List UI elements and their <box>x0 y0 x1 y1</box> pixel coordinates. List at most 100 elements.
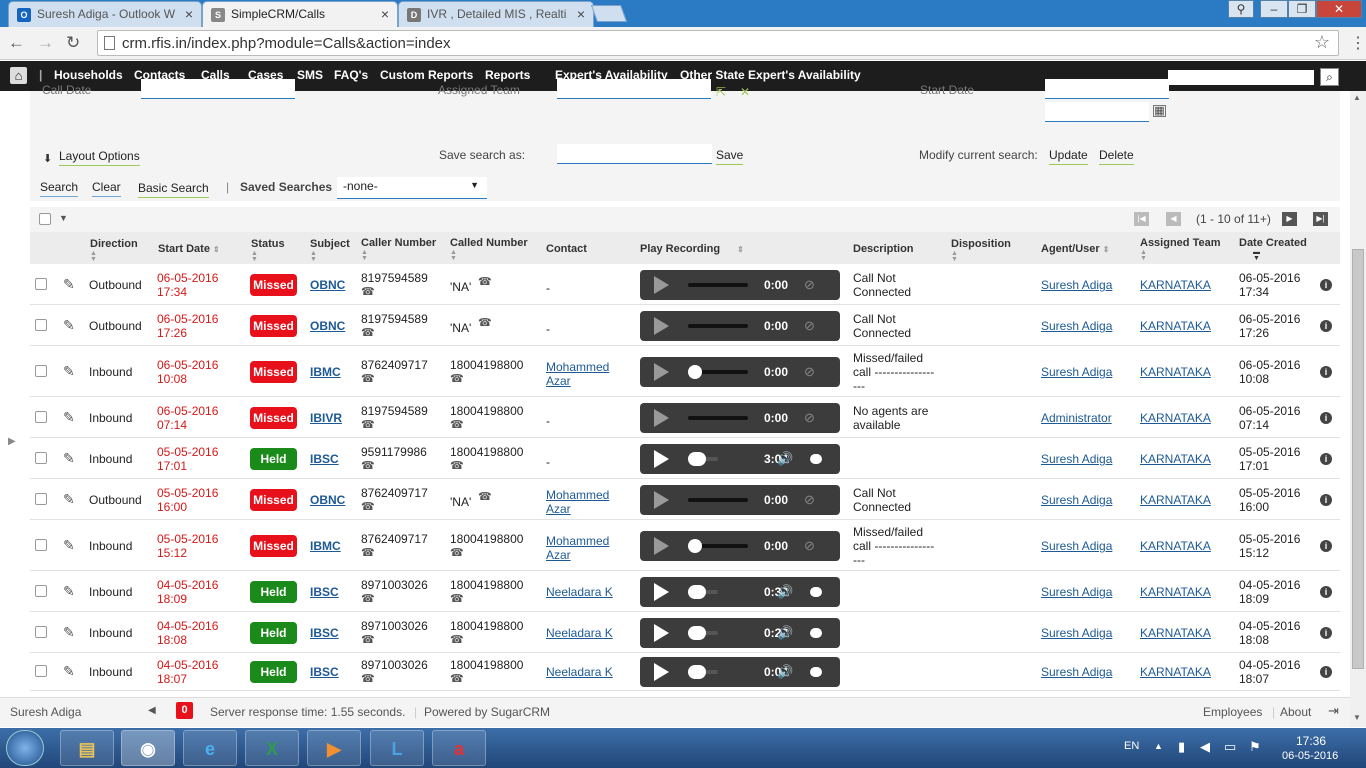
phone-call-icon[interactable]: ☎ <box>361 285 375 299</box>
start-date-field[interactable] <box>1045 102 1149 122</box>
close-icon[interactable]: × <box>185 6 193 22</box>
volume-icon[interactable]: 🔊 <box>777 625 793 641</box>
contact-link[interactable]: Neeladara K <box>546 665 613 679</box>
subject-link[interactable]: IBMC <box>310 365 341 379</box>
about-link[interactable]: About <box>1280 705 1311 719</box>
header-date-created[interactable]: Date Created ▬ ▼ <box>1239 237 1307 262</box>
play-icon[interactable] <box>654 317 669 335</box>
agent-link[interactable]: Suresh Adiga <box>1041 365 1112 379</box>
mute-icon[interactable]: ⊘ <box>804 410 815 426</box>
volume-knob[interactable] <box>810 587 822 597</box>
internet-explorer-icon[interactable]: e <box>183 730 237 766</box>
nav-sms[interactable]: SMS <box>297 68 323 82</box>
header-agent-user[interactable]: Agent/User ⇕ <box>1041 243 1109 256</box>
audio-player[interactable]: 0:00 ⊘ <box>640 485 840 515</box>
language-indicator[interactable]: EN <box>1124 740 1139 752</box>
play-icon[interactable] <box>654 409 669 427</box>
audio-player[interactable]: 0:00 ⊘ <box>640 270 840 300</box>
lync-icon[interactable]: L <box>370 730 424 766</box>
seek-knob[interactable] <box>688 665 706 679</box>
phone-call-icon[interactable]: ☎ <box>361 500 375 514</box>
footer-user[interactable]: Suresh Adiga <box>10 705 81 719</box>
edit-pencil-icon[interactable]: ✎ <box>63 276 75 293</box>
subject-link[interactable]: IBMC <box>310 539 341 553</box>
search-icon[interactable]: ⌕ <box>1320 68 1339 86</box>
next-page-icon[interactable]: ▶ <box>1282 212 1297 226</box>
assigned-team-link[interactable]: KARNATAKA <box>1140 539 1211 553</box>
assigned-team-field[interactable] <box>557 79 711 99</box>
info-icon[interactable]: i <box>1320 494 1332 506</box>
back-icon[interactable]: ← <box>8 33 25 53</box>
subject-link[interactable]: OBNC <box>310 493 345 507</box>
nav-custom-reports[interactable]: Custom Reports <box>380 68 473 82</box>
select-icon[interactable]: ⇱ <box>716 85 726 99</box>
phone-call-icon[interactable]: ☎ <box>478 490 492 504</box>
assigned-team-link[interactable]: KARNATAKA <box>1140 626 1211 640</box>
phone-call-icon[interactable]: ☎ <box>450 546 464 560</box>
network-icon[interactable]: ▭ <box>1224 739 1236 755</box>
edit-pencil-icon[interactable]: ✎ <box>63 317 75 334</box>
delete-button[interactable]: Delete <box>1099 148 1134 165</box>
agent-link[interactable]: Suresh Adiga <box>1041 493 1112 507</box>
chrome-icon[interactable]: ◉ <box>121 730 175 766</box>
seek-bar[interactable] <box>688 416 748 420</box>
vertical-scrollbar[interactable]: ▲ ▼ <box>1350 91 1366 727</box>
battery-icon[interactable]: ▮ <box>1178 739 1185 755</box>
user-icon[interactable]: ⚲ <box>1228 0 1254 18</box>
edit-pencil-icon[interactable]: ✎ <box>63 583 75 600</box>
clear-button[interactable]: Clear <box>92 180 121 197</box>
row-checkbox[interactable] <box>35 493 47 505</box>
row-checkbox[interactable] <box>35 452 47 464</box>
header-caller-number[interactable]: Caller Number ▲ ▼ <box>361 237 436 262</box>
start-date-operator[interactable] <box>1045 79 1169 99</box>
contact-link[interactable]: Mohammed <box>546 488 609 502</box>
agent-link[interactable]: Suresh Adiga <box>1041 539 1112 553</box>
media-player-icon[interactable]: ▶ <box>307 730 361 766</box>
agent-link[interactable]: Suresh Adiga <box>1041 585 1112 599</box>
contact-link[interactable]: Mohammed <box>546 360 609 374</box>
contact-link[interactable]: Azar <box>546 374 571 388</box>
header-subject[interactable]: Subject ▲ ▼ <box>310 238 350 263</box>
play-icon[interactable] <box>654 663 669 681</box>
employees-link[interactable]: Employees <box>1203 705 1262 719</box>
contact-link[interactable]: Neeladara K <box>546 626 613 640</box>
edit-pencil-icon[interactable]: ✎ <box>63 450 75 467</box>
browser-tab-ivr[interactable]: D IVR , Detailed MIS , Realti × <box>398 1 594 27</box>
volume-icon[interactable]: 🔊 <box>777 664 793 680</box>
subject-link[interactable]: IBIVR <box>310 411 342 425</box>
agent-link[interactable]: Administrator <box>1041 411 1112 425</box>
browser-tab-outlook[interactable]: O Suresh Adiga - Outlook W × <box>8 1 202 27</box>
address-bar[interactable]: crm.rfis.in/index.php?module=Calls&actio… <box>97 30 1339 56</box>
search-button[interactable]: Search <box>40 180 79 197</box>
header-status[interactable]: Status ▲ ▼ <box>251 238 285 263</box>
contact-link[interactable]: Azar <box>546 548 571 562</box>
phone-call-icon[interactable]: ☎ <box>450 372 464 386</box>
seek-knob[interactable] <box>688 539 702 553</box>
row-checkbox[interactable] <box>35 278 47 290</box>
assigned-team-link[interactable]: KARNATAKA <box>1140 585 1211 599</box>
agent-link[interactable]: Suresh Adiga <box>1041 626 1112 640</box>
phone-call-icon[interactable]: ☎ <box>361 372 375 386</box>
home-icon[interactable]: ⌂ <box>10 67 27 84</box>
info-icon[interactable]: i <box>1320 586 1332 598</box>
seek-bar[interactable] <box>688 283 748 287</box>
info-icon[interactable]: i <box>1320 627 1332 639</box>
phone-call-icon[interactable]: ☎ <box>361 459 375 473</box>
seek-knob[interactable] <box>688 626 706 640</box>
global-search-input[interactable] <box>1168 70 1314 85</box>
seek-bar[interactable] <box>688 498 748 502</box>
play-icon[interactable] <box>654 624 669 642</box>
play-icon[interactable] <box>654 450 669 468</box>
edit-pencil-icon[interactable]: ✎ <box>63 663 75 680</box>
info-icon[interactable]: i <box>1320 666 1332 678</box>
phone-call-icon[interactable]: ☎ <box>450 418 464 432</box>
bookmark-star-icon[interactable]: ☆ <box>1314 32 1330 53</box>
audio-player[interactable]: 0:00 ⊘ <box>640 357 840 387</box>
phone-call-icon[interactable]: ☎ <box>361 592 375 606</box>
reload-icon[interactable]: ↻ <box>66 33 80 53</box>
audio-player[interactable]: 0:22 🔊 <box>640 618 840 648</box>
play-icon[interactable] <box>654 276 669 294</box>
browser-menu-icon[interactable]: ⋮ <box>1350 33 1366 53</box>
nav-faqs[interactable]: FAQ's <box>334 68 368 82</box>
excel-icon[interactable]: X <box>245 730 299 766</box>
